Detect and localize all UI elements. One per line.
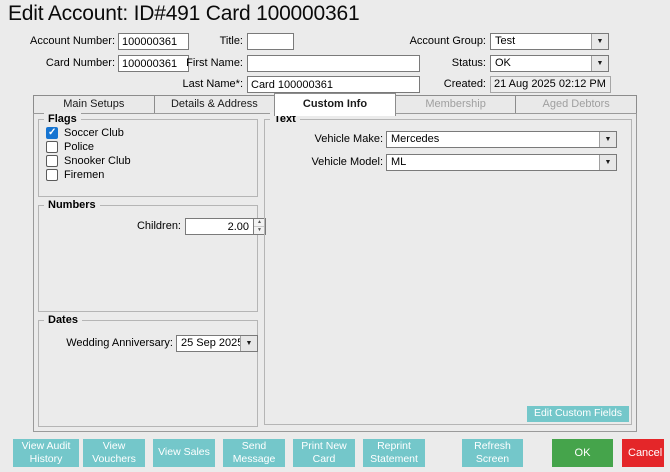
- card-number-label: Card Number:: [10, 55, 115, 72]
- account-group-value: Test: [491, 34, 591, 49]
- view-vouchers-button[interactable]: View Vouchers: [83, 439, 145, 467]
- vehicle-make-value: Mercedes: [387, 132, 599, 147]
- page-title: Edit Account: ID#491 Card 100000361: [8, 2, 359, 26]
- chevron-down-icon[interactable]: ▼: [599, 155, 616, 170]
- text-group: Text Vehicle Make: Mercedes ▼ Vehicle Mo…: [264, 119, 632, 425]
- vehicle-make-label: Vehicle Make:: [273, 131, 383, 148]
- cancel-button[interactable]: Cancel: [622, 439, 664, 467]
- dates-group: Dates Wedding Anniversary: 25 Sep 2025 ▼: [38, 320, 258, 427]
- last-name-label: Last Name*:: [140, 76, 243, 93]
- view-sales-button[interactable]: View Sales: [153, 439, 215, 467]
- send-message-button[interactable]: Send Message: [223, 439, 285, 467]
- tab-membership[interactable]: Membership: [395, 95, 517, 114]
- wedding-anniversary-label: Wedding Anniversary:: [43, 335, 173, 352]
- vehicle-model-label: Vehicle Model:: [273, 154, 383, 171]
- checkbox-label: Snooker Club: [64, 155, 131, 168]
- vehicle-model-value: ML: [387, 155, 599, 170]
- vehicle-model-select[interactable]: ML ▼: [386, 154, 617, 171]
- tab-strip: Main Setups Details & Address Custom Inf…: [33, 95, 637, 114]
- tab-custom-info[interactable]: Custom Info: [274, 93, 396, 116]
- account-group-select[interactable]: Test ▼: [490, 33, 609, 50]
- title-field-label: Title:: [140, 33, 243, 50]
- status-value: OK: [491, 56, 591, 71]
- checkbox-icon: [46, 141, 58, 153]
- dates-group-title: Dates: [44, 313, 82, 327]
- checkbox-label: Soccer Club: [64, 127, 124, 140]
- flags-group-title: Flags: [44, 112, 81, 126]
- chevron-down-icon[interactable]: ▼: [599, 132, 616, 147]
- children-input[interactable]: [185, 218, 253, 235]
- reprint-statement-button[interactable]: Reprint Statement: [363, 439, 425, 467]
- view-audit-history-button[interactable]: View Audit History: [13, 439, 79, 467]
- chevron-down-icon[interactable]: ▼: [240, 336, 257, 351]
- numbers-group: Numbers Children: ▲ ▼: [38, 205, 258, 312]
- wedding-anniversary-value: 25 Sep 2025: [177, 336, 240, 351]
- checkbox-icon: [46, 127, 58, 139]
- refresh-screen-button[interactable]: Refresh Screen: [462, 439, 523, 467]
- account-group-label: Account Group:: [378, 33, 486, 50]
- tab-aged-debtors[interactable]: Aged Debtors: [515, 95, 637, 114]
- title-field-input[interactable]: [247, 33, 294, 50]
- created-label: Created:: [378, 76, 486, 93]
- edit-custom-fields-button[interactable]: Edit Custom Fields: [527, 406, 629, 422]
- created-value: 21 Aug 2025 02:12 PM: [490, 76, 611, 93]
- first-name-label: First Name:: [140, 55, 243, 72]
- status-select[interactable]: OK ▼: [490, 55, 609, 72]
- checkbox-soccer-club[interactable]: Soccer Club: [46, 126, 124, 140]
- account-number-label: Account Number:: [10, 33, 115, 50]
- wedding-anniversary-select[interactable]: 25 Sep 2025 ▼: [176, 335, 258, 352]
- flags-group: Flags Soccer Club Police Snooker Club Fi…: [38, 119, 258, 197]
- checkbox-firemen[interactable]: Firemen: [46, 168, 104, 182]
- checkbox-police[interactable]: Police: [46, 140, 94, 154]
- checkbox-label: Police: [64, 141, 94, 154]
- chevron-down-icon[interactable]: ▼: [591, 34, 608, 49]
- print-new-card-button[interactable]: Print New Card: [293, 439, 355, 467]
- numbers-group-title: Numbers: [44, 198, 100, 212]
- checkbox-label: Firemen: [64, 169, 104, 182]
- tab-details-address[interactable]: Details & Address: [154, 95, 276, 114]
- vehicle-make-select[interactable]: Mercedes ▼: [386, 131, 617, 148]
- checkbox-icon: [46, 155, 58, 167]
- custom-info-panel: Flags Soccer Club Police Snooker Club Fi…: [33, 113, 637, 432]
- ok-button[interactable]: OK: [552, 439, 613, 467]
- status-label: Status:: [378, 55, 486, 72]
- chevron-down-icon[interactable]: ▼: [591, 56, 608, 71]
- children-label: Children:: [45, 218, 181, 235]
- checkbox-icon: [46, 169, 58, 181]
- checkbox-snooker-club[interactable]: Snooker Club: [46, 154, 131, 168]
